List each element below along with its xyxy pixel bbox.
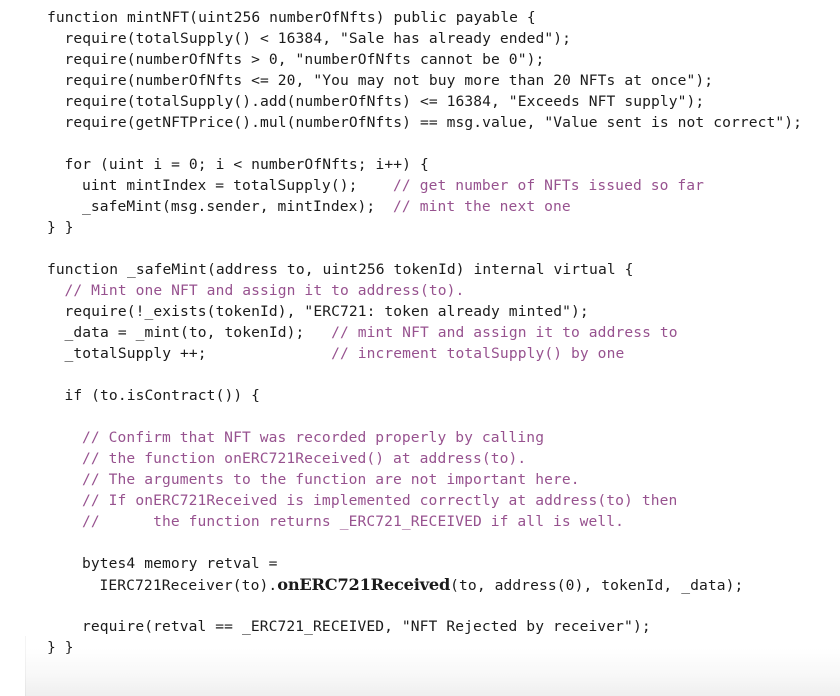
code-text: (to, address(0), tokenId, _data); (450, 577, 744, 594)
code-line: _data = _mint(to, tokenId); // mint NFT … (0, 322, 840, 343)
code-line: require(totalSupply().add(numberOfNfts) … (0, 91, 840, 112)
code-line: require(numberOfNfts > 0, "numberOfNfts … (0, 49, 840, 70)
code-text: _totalSupply ++; (64, 345, 332, 362)
code-text: require(!_exists(tokenId), "ERC721: toke… (64, 303, 589, 320)
code-text: require(numberOfNfts > 0, "numberOfNfts … (64, 51, 545, 68)
code-comment: // Confirm that NFT was recorded properl… (82, 429, 545, 446)
code-comment: // the function returns _ERC721_RECEIVED… (82, 513, 625, 530)
code-line: require(retval == _ERC721_RECEIVED, "NFT… (0, 616, 840, 637)
code-line: IERC721Receiver(to).onERC721Received(to,… (0, 574, 840, 595)
code-text: require(numberOfNfts <= 20, "You may not… (64, 72, 714, 89)
code-line: require(getNFTPrice().mul(numberOfNfts) … (0, 112, 840, 133)
code-text: function _safeMint(address to, uint256 t… (47, 261, 634, 278)
code-line: // the function onERC721Received() at ad… (0, 448, 840, 469)
code-text: bytes4 memory retval = (82, 555, 278, 572)
code-text: uint mintIndex = totalSupply(); (82, 177, 394, 194)
code-line: } } (0, 637, 840, 658)
code-line: function _safeMint(address to, uint256 t… (0, 259, 840, 280)
code-comment: // mint the next one (393, 198, 571, 215)
code-line: function mintNFT(uint256 numberOfNfts) p… (0, 7, 840, 28)
code-line: // The arguments to the function are not… (0, 469, 840, 490)
code-text: require(retval == _ERC721_RECEIVED, "NFT… (82, 618, 651, 635)
code-line: // the function returns _ERC721_RECEIVED… (0, 511, 840, 532)
code-comment: // If onERC721Received is implemented co… (82, 492, 678, 509)
code-line: uint mintIndex = totalSupply(); // get n… (0, 175, 840, 196)
code-line: // Confirm that NFT was recorded properl… (0, 427, 840, 448)
code-line: _totalSupply ++; // increment totalSuppl… (0, 343, 840, 364)
code-comment: // the function onERC721Received() at ad… (82, 450, 527, 467)
code-line: bytes4 memory retval = (0, 553, 840, 574)
code-comment: // increment totalSupply() by one (331, 345, 625, 362)
code-text: for (uint i = 0; i < numberOfNfts; i++) … (64, 156, 429, 173)
code-line: _safeMint(msg.sender, mintIndex); // min… (0, 196, 840, 217)
code-listing-page: function mintNFT(uint256 numberOfNfts) p… (0, 0, 840, 696)
code-line: require(!_exists(tokenId), "ERC721: toke… (0, 301, 840, 322)
code-line: if (to.isContract()) { (0, 385, 840, 406)
code-text: } } (47, 219, 74, 236)
code-text: if (to.isContract()) { (64, 387, 260, 404)
code-block[interactable]: function mintNFT(uint256 numberOfNfts) p… (0, 7, 840, 658)
code-emphasis-token: onERC721Received (277, 575, 451, 594)
code-text: IERC721Receiver(to). (99, 577, 278, 594)
code-text: } } (47, 639, 74, 656)
code-line: } } (0, 217, 840, 238)
code-text: require(totalSupply().add(numberOfNfts) … (64, 93, 705, 110)
code-text: require(getNFTPrice().mul(numberOfNfts) … (64, 114, 803, 131)
code-comment: // mint NFT and assign it to address to (331, 324, 678, 341)
code-line: // Mint one NFT and assign it to address… (0, 280, 840, 301)
code-text: _data = _mint(to, tokenId); (64, 324, 332, 341)
code-line: require(numberOfNfts <= 20, "You may not… (0, 70, 840, 91)
code-text: require(totalSupply() < 16384, "Sale has… (64, 30, 572, 47)
code-comment: // Mint one NFT and assign it to address… (64, 282, 465, 299)
code-comment: // The arguments to the function are not… (82, 471, 580, 488)
code-line: require(totalSupply() < 16384, "Sale has… (0, 28, 840, 49)
code-line: // If onERC721Received is implemented co… (0, 490, 840, 511)
code-text: function mintNFT(uint256 numberOfNfts) p… (47, 9, 536, 26)
code-text: _safeMint(msg.sender, mintIndex); (82, 198, 394, 215)
code-comment: // get number of NFTs issued so far (393, 177, 705, 194)
code-line: for (uint i = 0; i < numberOfNfts; i++) … (0, 154, 840, 175)
